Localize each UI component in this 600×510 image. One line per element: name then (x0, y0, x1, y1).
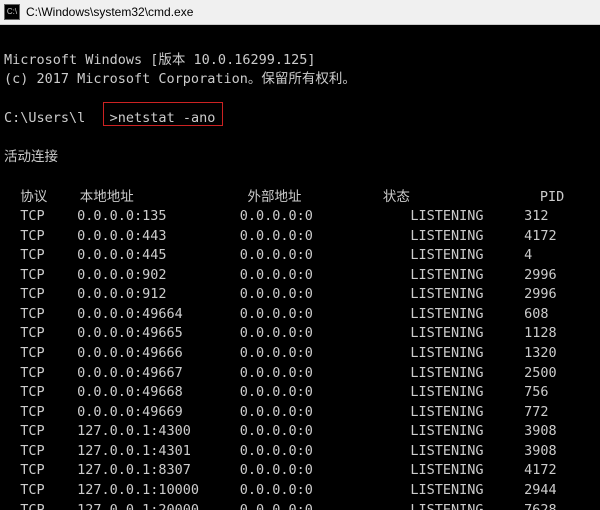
cmd-window: C:\ C:\Windows\system32\cmd.exe Microsof… (0, 0, 600, 510)
prompt-prefix: C:\Users\l > (4, 110, 118, 126)
section-title: 活动连接 (4, 149, 58, 165)
window-title: C:\Windows\system32\cmd.exe (26, 5, 193, 19)
terminal-output[interactable]: Microsoft Windows [版本 10.0.16299.125] (c… (0, 25, 600, 510)
titlebar[interactable]: C:\ C:\Windows\system32\cmd.exe (0, 0, 600, 25)
typed-command: netstat -ano (118, 110, 216, 126)
copyright-line: (c) 2017 Microsoft Corporation。保留所有权利。 (4, 71, 356, 87)
cmd-icon: C:\ (4, 4, 20, 20)
connection-rows: TCP 0.0.0.0:135 0.0.0.0:0 LISTENING 312 … (4, 208, 557, 510)
prompt-line: C:\Users\l >netstat -ano (4, 110, 215, 126)
column-headers: 协议 本地地址 外部地址 状态 PID (4, 189, 564, 205)
version-line: Microsoft Windows [版本 10.0.16299.125] (4, 52, 315, 68)
